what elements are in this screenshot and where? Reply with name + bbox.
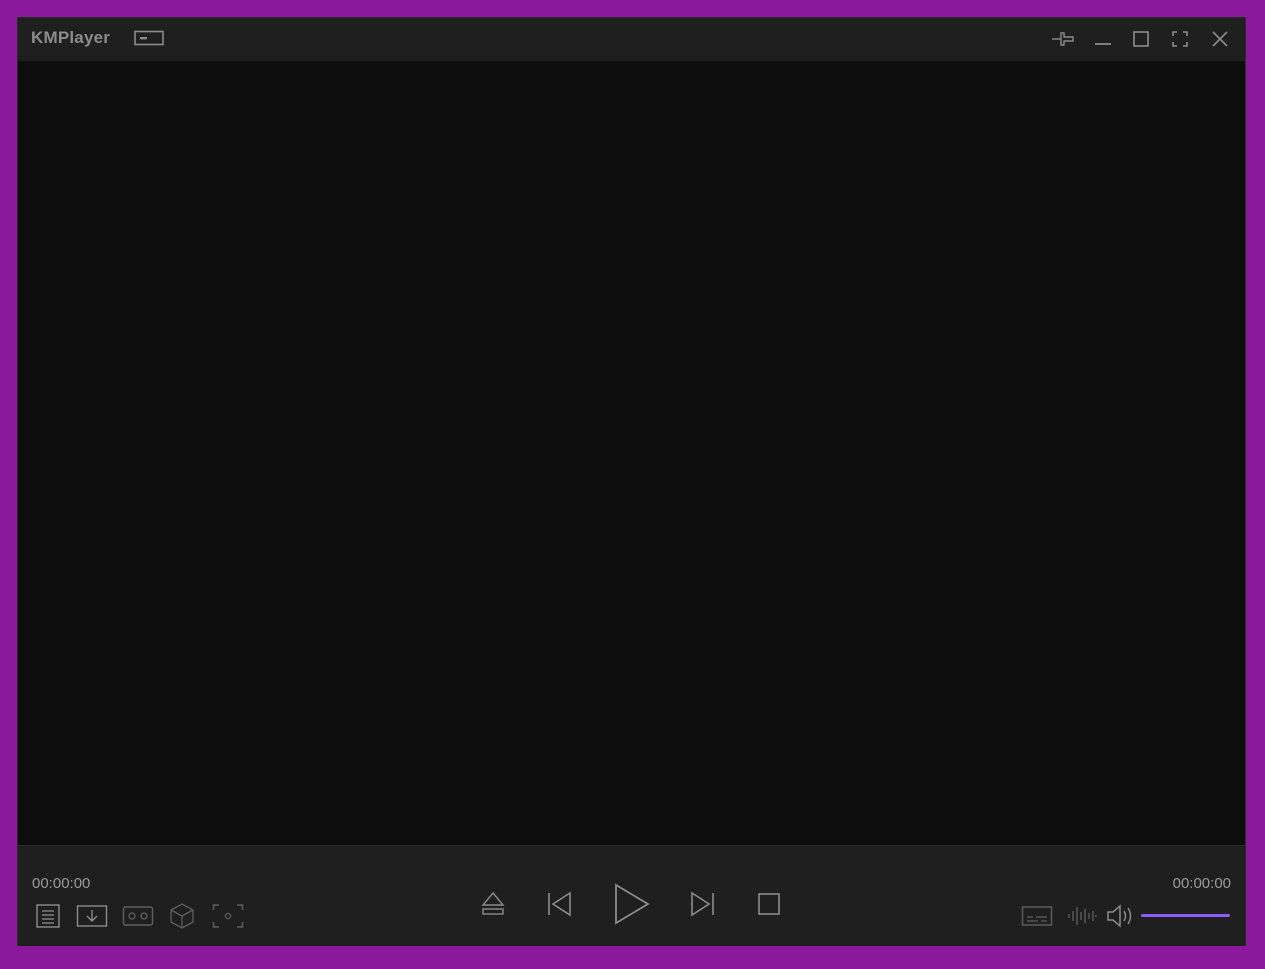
subtitle-button[interactable] — [1021, 905, 1053, 927]
previous-button[interactable] — [545, 890, 573, 918]
maximize-icon — [1133, 31, 1149, 47]
mini-mode-icon — [134, 30, 164, 46]
video-display[interactable] — [18, 62, 1245, 845]
download-button[interactable] — [76, 904, 108, 928]
fullscreen-button[interactable] — [1166, 26, 1194, 52]
pin-button[interactable] — [1049, 26, 1077, 52]
next-button[interactable] — [689, 890, 717, 918]
maximize-button[interactable] — [1127, 26, 1155, 52]
eject-button[interactable] — [480, 890, 506, 918]
title-bar[interactable]: KMPlayer — [18, 18, 1245, 62]
audio-waveform-icon — [1068, 907, 1097, 925]
volume-level — [1141, 914, 1230, 917]
fullscreen-icon — [1172, 31, 1188, 47]
close-icon — [1212, 31, 1228, 47]
control-bar: 00:00:00 00:00:00 — [18, 845, 1245, 946]
mini-mode-button[interactable] — [134, 30, 164, 47]
previous-icon — [548, 891, 571, 917]
audio-visualizer-button[interactable] — [1066, 905, 1098, 927]
total-time: 00:00:00 — [1172, 875, 1231, 892]
close-button[interactable] — [1206, 26, 1234, 52]
pin-icon — [1052, 32, 1074, 46]
capture-icon — [212, 904, 244, 928]
vr-button[interactable] — [122, 905, 154, 927]
mute-button[interactable] — [1106, 903, 1136, 929]
play-button[interactable] — [612, 883, 652, 925]
3d-cube-icon — [170, 903, 194, 929]
download-icon — [76, 905, 108, 927]
subtitle-icon — [1021, 906, 1053, 926]
minimize-icon — [1095, 43, 1111, 45]
playlist-icon — [36, 904, 60, 928]
stop-icon — [758, 893, 780, 915]
player-window: KMPlayer 00:00:00 00:00:00 — [17, 17, 1246, 946]
3d-button[interactable] — [169, 902, 195, 930]
volume-slider[interactable] — [1141, 914, 1230, 917]
play-icon — [615, 883, 650, 925]
vr-glasses-icon — [122, 906, 154, 926]
app-title: KMPlayer — [31, 28, 111, 47]
capture-button[interactable] — [212, 903, 244, 929]
current-time: 00:00:00 — [32, 875, 91, 892]
stop-button[interactable] — [757, 892, 781, 916]
minimize-button[interactable] — [1089, 26, 1117, 52]
eject-icon — [481, 891, 505, 915]
speaker-icon — [1107, 904, 1132, 928]
playlist-button[interactable] — [35, 903, 61, 929]
next-icon — [691, 891, 714, 917]
